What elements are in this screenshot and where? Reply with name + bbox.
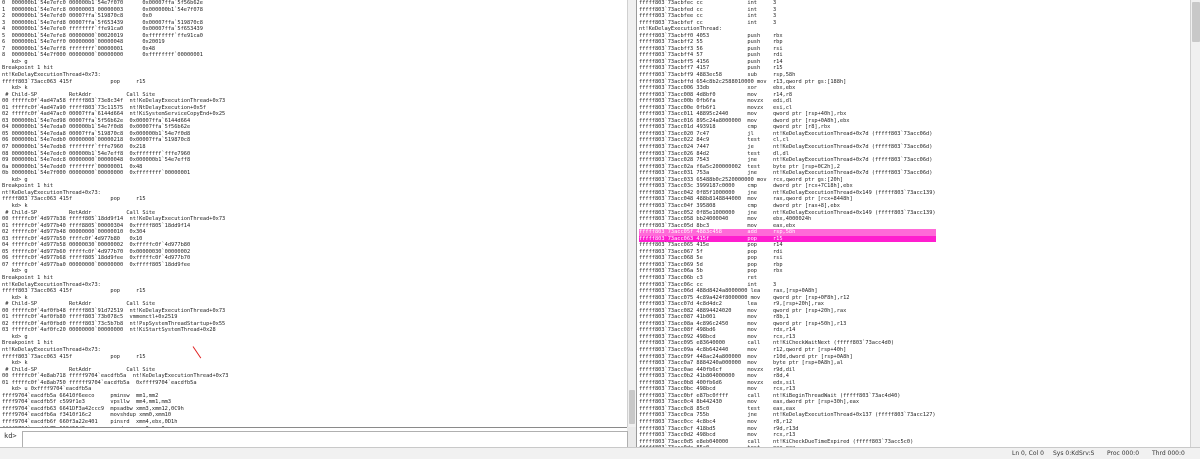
disasm-line: fffff803`73acc028 7543 jne nt!KeDelayExe…	[639, 157, 933, 164]
output-line: 00 fffffc0f`4d977b38 fffff805`18dd9f14 n…	[2, 216, 226, 223]
output-line: 4 000000b1`54e7efe0 ffffffff`ffe91ca0 0x…	[2, 26, 203, 33]
command-input[interactable]	[22, 431, 628, 448]
disassembly-text: fffff803`73acbfec cc int 3 fffff803`73acb…	[639, 0, 936, 447]
command-bar: kd>	[0, 427, 628, 448]
status-thrd: Thrd 000:0	[1152, 450, 1185, 457]
output-line: 00 fffffc0f`4ad47a58 fffff803`73e8c34f n…	[2, 98, 226, 105]
disasm-line: fffff803`73acc024 7447 je nt!KeDelayExec…	[639, 144, 933, 151]
status-position: Ln 0, Col 0	[1012, 450, 1044, 457]
command-output-scroll-thumb[interactable]	[629, 390, 635, 424]
output-line: 00 fffffc0f`4e8ab718 fffff9704`eacdfb5a …	[2, 373, 229, 380]
disasm-line: fffff803`73acc031 753a jne nt!KeDelayExe…	[639, 170, 933, 177]
disassembly-scrollbar[interactable]	[1190, 0, 1200, 447]
command-output-text: 0 000000b1`54e7efc0 000000b1`54e7f070 0x…	[2, 0, 228, 427]
command-output-pane[interactable]: 0 000000b1`54e7efc0 000000b1`54e7f070 0x…	[0, 0, 628, 427]
command-prompt-label: kd>	[4, 432, 17, 440]
status-sys: Sys 0:KdSrv:S	[1053, 450, 1095, 457]
command-output-scrollbar[interactable]	[627, 0, 636, 427]
output-line: 02 fffffc0f`4ad47ac0 00007ffa`6144d664 n…	[2, 111, 226, 118]
output-line: 8 000000b1`54e7f000 00000000`00000000 0x…	[2, 52, 203, 59]
disassembly-pane[interactable]: fffff803`73acbfec cc int 3 fffff803`73acb…	[636, 0, 1191, 447]
output-line: 0 000000b1`54e7efc0 000000b1`54e7f070 0x…	[2, 0, 203, 6]
disassembly-scroll-thumb[interactable]	[1192, 2, 1200, 42]
status-proc: Proc 000:0	[1107, 450, 1140, 457]
output-line: 03 fffffc0f`4af0fc20 00000000`00000000 n…	[2, 327, 216, 334]
status-bar: Ln 0, Col 0 Sys 0:KdSrv:S Proc 000:0 Thr…	[0, 447, 1200, 459]
